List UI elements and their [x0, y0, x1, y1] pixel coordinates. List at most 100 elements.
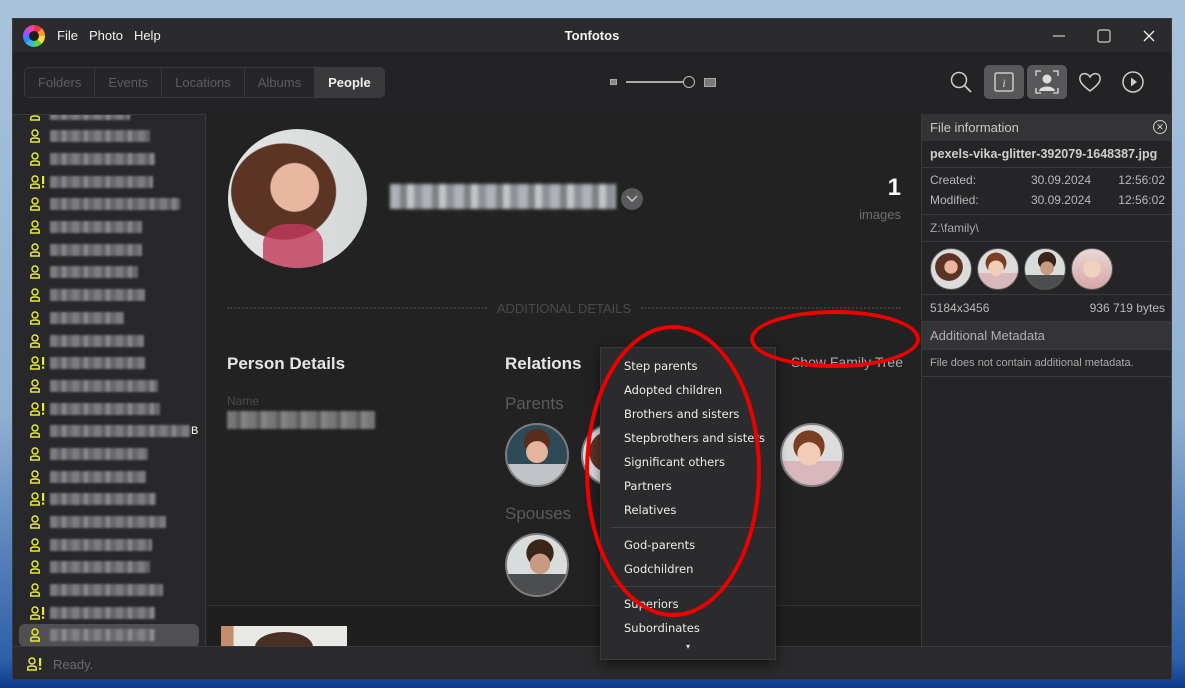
- people-list-item[interactable]: B: [13, 420, 205, 443]
- status-text: Ready.: [53, 656, 94, 672]
- file-path[interactable]: Z:\family\: [922, 215, 1171, 242]
- person-name-label: [50, 561, 150, 574]
- menu-item-relatives[interactable]: Relatives: [601, 498, 775, 522]
- person-avatar[interactable]: [228, 129, 367, 268]
- person-name-label: [50, 153, 155, 166]
- created-time: 12:56:02: [1118, 173, 1165, 187]
- scroll-down-icon[interactable]: ▾: [601, 640, 775, 654]
- tab-events[interactable]: Events: [95, 68, 163, 97]
- face-recognition-button[interactable]: [1027, 65, 1067, 99]
- people-list-item[interactable]: [13, 556, 205, 579]
- menu-item-god-parents[interactable]: God-parents: [601, 533, 775, 557]
- show-family-tree-button[interactable]: Show Family Tree: [791, 354, 903, 370]
- people-list-item[interactable]: [13, 261, 205, 284]
- people-list-item[interactable]: [13, 465, 205, 488]
- close-icon: [1143, 30, 1154, 41]
- menu-item-step-parents[interactable]: Step parents: [601, 354, 775, 378]
- people-list-item[interactable]: [13, 397, 205, 420]
- person-icon: [30, 583, 44, 597]
- people-list-item[interactable]: [13, 148, 205, 171]
- name-field-value[interactable]: [227, 411, 375, 429]
- people-list-item[interactable]: [13, 284, 205, 307]
- face-thumbnail[interactable]: [1071, 248, 1113, 290]
- tab-locations[interactable]: Locations: [162, 68, 245, 97]
- title-bar: File Photo Help Tonfotos: [13, 19, 1171, 52]
- people-list-item[interactable]: [13, 238, 205, 261]
- small-image-icon: [610, 79, 617, 85]
- person-icon: [30, 243, 44, 257]
- person-name-label: [50, 584, 163, 597]
- people-list-item[interactable]: [13, 375, 205, 398]
- menu-item-significant-others[interactable]: Significant others: [601, 450, 775, 474]
- person-icon: [30, 379, 44, 393]
- menu-item-partners[interactable]: Partners: [601, 474, 775, 498]
- face-thumbnail[interactable]: [930, 248, 972, 290]
- menu-item-subordinates[interactable]: Subordinates: [601, 616, 775, 640]
- people-list-item[interactable]: [13, 193, 205, 216]
- menu-photo[interactable]: Photo: [89, 28, 123, 43]
- menu-item-stepbrothers-and-sisters[interactable]: Stepbrothers and sisters: [601, 426, 775, 450]
- person-name-label: [50, 402, 160, 415]
- close-icon: ✕: [1156, 121, 1164, 132]
- people-list-item[interactable]: [13, 443, 205, 466]
- people-list-item[interactable]: [13, 579, 205, 602]
- parent-avatar[interactable]: [505, 423, 569, 487]
- person-icon: [30, 220, 44, 234]
- person-name-label: [50, 266, 138, 279]
- people-list-item[interactable]: [13, 307, 205, 330]
- people-list-item[interactable]: [19, 624, 199, 646]
- person-name-label: [50, 493, 156, 506]
- person-name-label: [50, 379, 158, 392]
- people-list-item[interactable]: [13, 352, 205, 375]
- menu-help[interactable]: Help: [134, 28, 161, 43]
- person-name-label: [50, 198, 180, 211]
- people-list[interactable]: B: [13, 114, 206, 646]
- menu-item-godchildren[interactable]: Godchildren: [601, 557, 775, 581]
- close-panel-button[interactable]: ✕: [1153, 120, 1167, 134]
- people-list-item[interactable]: [13, 329, 205, 352]
- detected-faces: [922, 242, 1171, 295]
- minimize-button[interactable]: [1036, 19, 1081, 52]
- child-avatar[interactable]: [780, 423, 844, 487]
- window-title: Tonfotos: [564, 28, 620, 43]
- people-list-item[interactable]: [13, 115, 205, 125]
- menu-item-superiors[interactable]: Superiors: [601, 592, 775, 616]
- info-button[interactable]: i: [984, 65, 1024, 99]
- person-name-label: [50, 516, 166, 529]
- favorite-button[interactable]: [1070, 65, 1110, 99]
- search-button[interactable]: [941, 65, 981, 99]
- slideshow-button[interactable]: [1113, 65, 1153, 99]
- person-name-label: [50, 130, 150, 143]
- people-list-item[interactable]: [13, 488, 205, 511]
- menu-item-adopted-children[interactable]: Adopted children: [601, 378, 775, 402]
- modified-row: Modified: 30.09.2024 12:56:02: [930, 193, 1165, 207]
- thumbnail-size-slider[interactable]: [626, 81, 684, 83]
- relations-heading: Relations: [505, 354, 582, 373]
- person-icon: [30, 515, 44, 529]
- file-size: 936 719 bytes: [1089, 301, 1165, 315]
- person-name-dropdown[interactable]: [621, 188, 643, 210]
- people-list-item[interactable]: [13, 533, 205, 556]
- people-list-item[interactable]: [13, 170, 205, 193]
- people-list-item[interactable]: [13, 601, 205, 624]
- spouse-avatar[interactable]: [505, 533, 569, 597]
- chevron-down-icon: [626, 195, 638, 203]
- photo-thumbnail[interactable]: [221, 626, 347, 646]
- slider-handle[interactable]: [683, 76, 695, 88]
- people-list-item[interactable]: [13, 511, 205, 534]
- people-list-item[interactable]: [13, 216, 205, 239]
- maximize-button[interactable]: [1081, 19, 1126, 52]
- person-icon: [30, 628, 44, 643]
- parents-label: Parents: [505, 394, 564, 413]
- face-thumbnail[interactable]: [977, 248, 1019, 290]
- person-name-label: [50, 425, 190, 438]
- face-thumbnail[interactable]: [1024, 248, 1066, 290]
- menu-file[interactable]: File: [57, 28, 78, 43]
- tab-people[interactable]: People: [315, 68, 384, 97]
- close-button[interactable]: [1126, 19, 1171, 52]
- tab-folders[interactable]: Folders: [25, 68, 96, 97]
- menu-bar: File Photo Help: [57, 28, 172, 43]
- menu-item-brothers-and-sisters[interactable]: Brothers and sisters: [601, 402, 775, 426]
- people-list-item[interactable]: [13, 125, 205, 148]
- tab-albums[interactable]: Albums: [245, 68, 316, 97]
